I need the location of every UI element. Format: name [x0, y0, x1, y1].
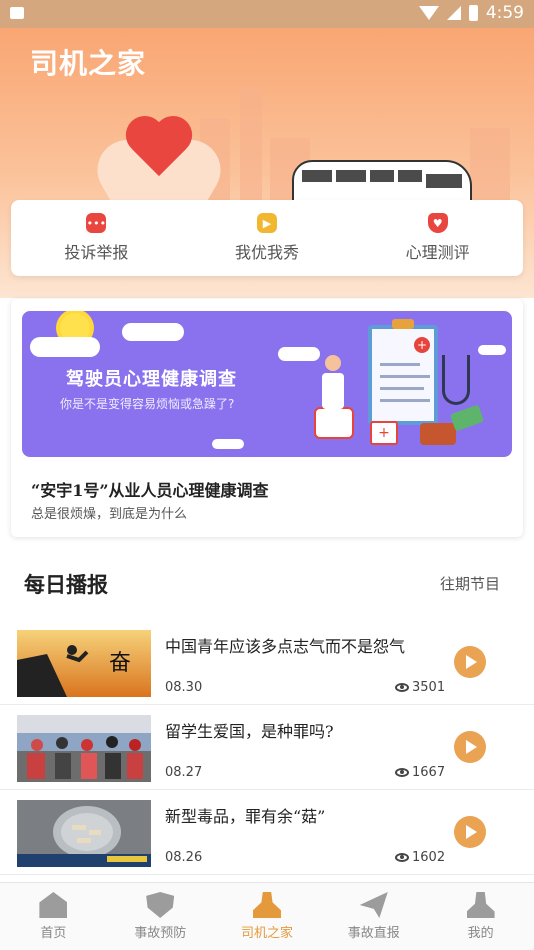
battery-icon: [468, 5, 478, 21]
quick-action-label: 我优我秀: [235, 243, 300, 262]
view-count: 3501: [412, 680, 446, 695]
tab-driver-home[interactable]: 司机之家: [214, 883, 321, 950]
news-views: 3501: [395, 680, 445, 695]
quick-action-complaint[interactable]: ••• 投诉举报: [11, 200, 182, 276]
doctor-illustration: [322, 355, 344, 415]
quick-action-psych-test[interactable]: ♥ 心理测评: [352, 200, 523, 276]
tab-accident-prevention[interactable]: 事故预防: [107, 883, 214, 950]
wallet-icon: [420, 423, 456, 445]
survey-card[interactable]: 驾驶员心理健康调查 你是不是变得容易烦恼或急躁了? + + “安宇1号”从业人员…: [11, 299, 523, 537]
pill-icon: [449, 404, 485, 432]
heart-shield-icon: ♥: [427, 213, 448, 233]
tab-label: 我的: [467, 926, 494, 941]
tab-accident-report[interactable]: 事故直报: [320, 883, 427, 950]
heart-icon: [125, 118, 195, 178]
view-count: 1667: [412, 765, 446, 780]
eye-icon: [395, 683, 409, 692]
list-item[interactable]: 留学生爱国，是种罪吗? 08.27 1667: [0, 705, 534, 790]
tab-home[interactable]: 首页: [0, 883, 107, 950]
news-date: 08.27: [165, 765, 203, 780]
news-title: 中国青年应该多点志气而不是怨气: [165, 637, 406, 656]
clipboard-icon: +: [368, 319, 438, 425]
survey-banner-image[interactable]: 驾驶员心理健康调查 你是不是变得容易烦恼或急躁了? + +: [22, 311, 512, 457]
news-views: 1667: [395, 765, 445, 780]
section-title: 每日播报: [24, 572, 108, 597]
signal-icon: [446, 6, 461, 20]
news-thumbnail: [17, 715, 151, 782]
tab-label: 首页: [40, 926, 67, 941]
eye-icon: [395, 853, 409, 862]
quick-action-label: 投诉举报: [64, 243, 129, 262]
news-title: 新型毒品，罪有余“菇”: [165, 807, 326, 826]
quick-actions-card: ••• 投诉举报 ▶ 我优我秀 ♥ 心理测评: [11, 200, 523, 276]
news-views: 1602: [395, 850, 445, 865]
cloud-shape: [278, 347, 320, 361]
news-thumbnail: [17, 800, 151, 867]
user-icon: [466, 892, 495, 918]
status-bar: 4:59: [0, 0, 534, 28]
list-item[interactable]: 奋 中国青年应该多点志气而不是怨气 08.30 3501: [0, 620, 534, 705]
stethoscope-icon: [442, 355, 470, 405]
svg-text:奋: 奋: [109, 651, 131, 676]
banner-subtitle: 你是不是变得容易烦恼或急躁了?: [60, 397, 235, 411]
home-icon: [39, 892, 68, 918]
tab-mine[interactable]: 我的: [427, 883, 534, 950]
paper-plane-icon: [359, 892, 388, 918]
daily-news-list: 奋 中国青年应该多点志气而不是怨气 08.30 3501 留学生爱国，是种罪吗?…: [0, 620, 534, 875]
news-thumbnail: 奋: [17, 630, 151, 697]
view-count: 1602: [412, 850, 446, 865]
survey-subtitle: 总是很烦燥，到底是为什么: [31, 507, 188, 522]
survey-title: “安宇1号”从业人员心理健康调查: [31, 481, 269, 500]
cloud-shape: [212, 439, 244, 449]
driver-icon: [252, 892, 281, 918]
quick-action-label: 心理测评: [405, 243, 470, 262]
quick-action-showcase[interactable]: ▶ 我优我秀: [182, 200, 353, 276]
bottom-tab-bar: 首页 事故预防 司机之家 事故直报 我的: [0, 882, 534, 950]
play-button[interactable]: [454, 731, 486, 763]
tab-label: 司机之家: [240, 926, 293, 941]
cloud-shape: [30, 337, 100, 357]
play-video-icon: ▶: [257, 213, 277, 233]
daily-section-header: 每日播报 往期节目: [0, 555, 534, 611]
status-time: 4:59: [485, 3, 524, 23]
notification-icon: [10, 7, 24, 19]
shield-check-icon: [146, 892, 175, 918]
first-aid-kit-icon: +: [370, 421, 398, 445]
tab-label: 事故预防: [134, 926, 187, 941]
banner-title: 驾驶员心理健康调查: [66, 369, 237, 390]
wifi-icon: [418, 6, 439, 20]
past-episodes-link[interactable]: 往期节目: [440, 573, 500, 594]
list-item[interactable]: 新型毒品，罪有余“菇” 08.26 1602: [0, 790, 534, 875]
cloud-shape: [478, 345, 506, 355]
news-date: 08.30: [165, 680, 203, 695]
play-button[interactable]: [454, 816, 486, 848]
eye-icon: [395, 768, 409, 777]
bus-illustration: [292, 160, 472, 204]
chat-icon: •••: [86, 213, 107, 233]
tab-label: 事故直报: [347, 926, 400, 941]
page-title: 司机之家: [30, 47, 147, 80]
cloud-shape: [122, 323, 184, 341]
news-date: 08.26: [165, 850, 203, 865]
play-button[interactable]: [454, 646, 486, 678]
news-title: 留学生爱国，是种罪吗?: [165, 722, 334, 741]
